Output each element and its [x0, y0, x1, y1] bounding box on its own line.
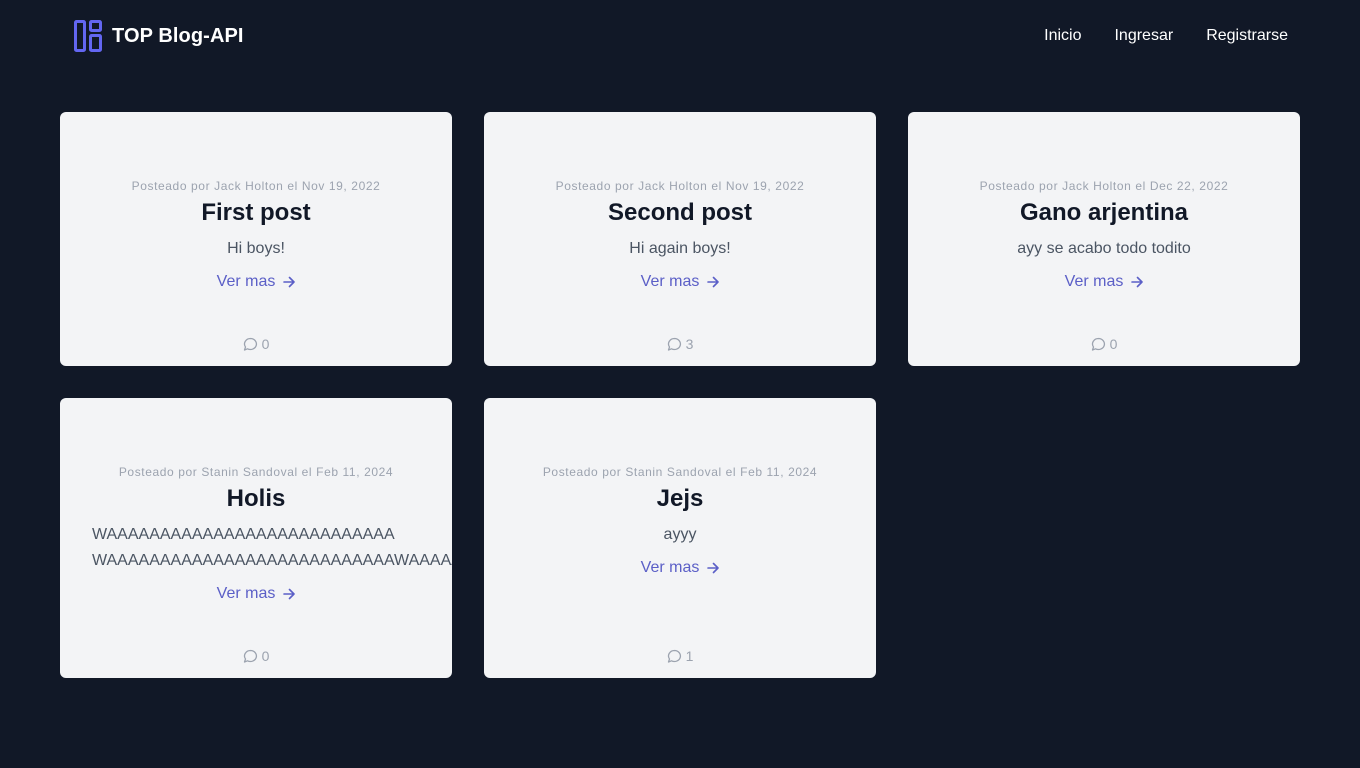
comment-count: 0	[60, 336, 452, 352]
post-excerpt: Hi again boys!	[629, 240, 731, 257]
posts-grid: Posteado por Jack Holton el Nov 19, 2022…	[60, 112, 1300, 678]
post-excerpt: WAAAAAAAAAAAAAAAAAAAAAAAAAAA WAAAAAAAAAA…	[92, 526, 452, 569]
arrow-right-icon	[707, 562, 720, 574]
post-excerpt: Hi boys!	[227, 240, 285, 257]
read-more-link[interactable]: Ver mas	[217, 272, 296, 292]
post-excerpt: ayy se acabo todo todito	[1017, 240, 1191, 257]
post-meta: Posteado por Jack Holton el Nov 19, 2022	[131, 179, 381, 193]
nav-links: Inicio Ingresar Registrarse	[1044, 27, 1288, 45]
read-more-label: Ver mas	[640, 273, 700, 290]
comment-bubble-icon	[243, 649, 258, 664]
post-card: Posteado por Jack Holton el Nov 19, 2022…	[484, 112, 876, 366]
comment-count-value: 3	[685, 336, 694, 352]
nav-link-inicio[interactable]: Inicio	[1044, 27, 1081, 45]
post-title: Jejs	[656, 485, 704, 512]
navbar: TOP Blog-API Inicio Ingresar Registrarse	[0, 0, 1360, 76]
post-card: Posteado por Stanin Sandoval el Feb 11, …	[60, 398, 452, 678]
post-card: Posteado por Jack Holton el Dec 22, 2022…	[908, 112, 1300, 366]
comment-count-value: 0	[261, 336, 270, 352]
post-meta: Posteado por Stanin Sandoval el Feb 11, …	[542, 465, 818, 479]
arrow-right-icon	[707, 276, 720, 288]
read-more-label: Ver mas	[216, 585, 276, 602]
post-title: Holis	[226, 485, 286, 512]
arrow-right-icon	[283, 588, 296, 600]
read-more-label: Ver mas	[1064, 273, 1124, 290]
read-more-link[interactable]: Ver mas	[1065, 272, 1144, 292]
post-title: Second post	[607, 199, 752, 226]
comment-bubble-icon	[667, 337, 682, 352]
post-title: First post	[201, 199, 311, 226]
nav-link-registrarse[interactable]: Registrarse	[1206, 27, 1288, 45]
read-more-label: Ver mas	[640, 559, 700, 576]
comment-bubble-icon	[243, 337, 258, 352]
post-meta: Posteado por Stanin Sandoval el Feb 11, …	[118, 465, 394, 479]
read-more-link[interactable]: Ver mas	[641, 272, 720, 292]
comment-bubble-icon	[667, 649, 682, 664]
comment-count-value: 0	[1109, 336, 1118, 352]
read-more-link[interactable]: Ver mas	[217, 584, 296, 604]
post-meta: Posteado por Jack Holton el Nov 19, 2022	[555, 179, 805, 193]
brand-link[interactable]: TOP Blog-API	[74, 20, 244, 52]
post-card: Posteado por Jack Holton el Nov 19, 2022…	[60, 112, 452, 366]
post-card: Posteado por Stanin Sandoval el Feb 11, …	[484, 398, 876, 678]
comment-bubble-icon	[1091, 337, 1106, 352]
arrow-right-icon	[283, 276, 296, 288]
arrow-right-icon	[1131, 276, 1144, 288]
post-title: Gano arjentina	[1019, 199, 1189, 226]
post-meta: Posteado por Jack Holton el Dec 22, 2022	[979, 179, 1229, 193]
comment-count: 1	[484, 648, 876, 664]
post-excerpt: ayyy	[663, 526, 697, 543]
comment-count-value: 1	[685, 648, 694, 664]
read-more-link[interactable]: Ver mas	[641, 558, 720, 578]
comment-count: 3	[484, 336, 876, 352]
comment-count-value: 0	[261, 648, 270, 664]
brand-name: TOP Blog-API	[112, 24, 244, 47]
nav-link-ingresar[interactable]: Ingresar	[1114, 27, 1173, 45]
read-more-label: Ver mas	[216, 273, 276, 290]
comment-count: 0	[908, 336, 1300, 352]
comment-count: 0	[60, 648, 452, 664]
layout-grid-icon	[74, 20, 102, 52]
